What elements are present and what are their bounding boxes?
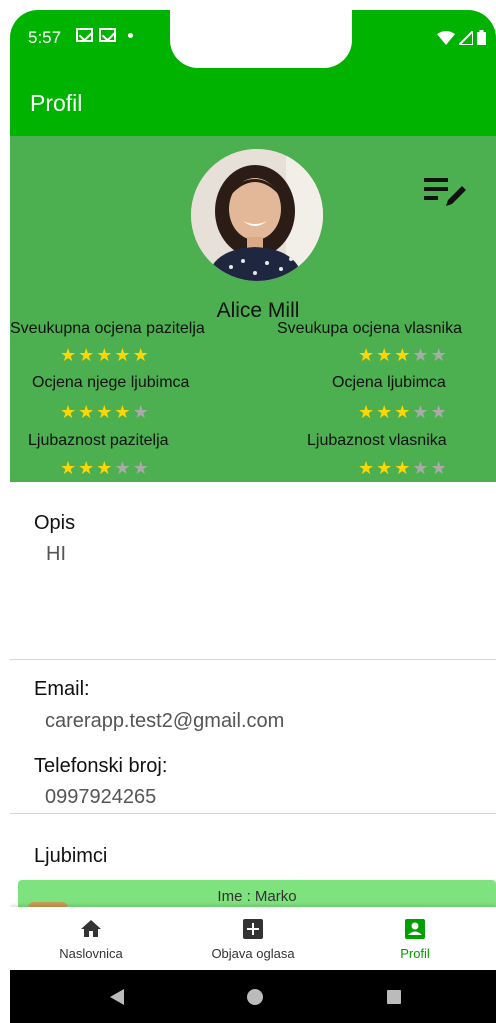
avatar xyxy=(191,149,323,281)
phone-screen: 5:57 Profil Alice Mill Sveukupna ocjena … xyxy=(10,10,496,1023)
star-icon: ★ xyxy=(60,402,77,422)
divider xyxy=(10,659,496,660)
star-icon: ★ xyxy=(358,458,375,478)
page-title: Profil xyxy=(30,90,83,116)
add-box-icon xyxy=(243,919,263,939)
phone-value: 0997924265 xyxy=(45,786,157,808)
star-icon: ★ xyxy=(60,458,77,478)
star-icon: ★ xyxy=(394,402,411,422)
star-icon: ★ xyxy=(78,345,95,365)
edit-list-icon[interactable] xyxy=(424,174,468,210)
star-icon: ★ xyxy=(96,402,113,422)
camera-notch xyxy=(170,10,352,68)
status-time: 5:57 xyxy=(28,28,62,47)
star-icon: ★ xyxy=(430,458,447,478)
star-icon: ★ xyxy=(60,345,77,365)
rating-label-pet: Ocjena ljubimca xyxy=(332,374,446,391)
star-icon: ★ xyxy=(132,345,149,365)
stars-owner-overall: ★ ★ ★ ★ ★ xyxy=(358,346,447,364)
star-icon: ★ xyxy=(412,458,429,478)
status-notifications xyxy=(76,28,133,42)
battery-icon xyxy=(477,30,486,45)
avatar-photo xyxy=(191,149,323,281)
home-circle-icon[interactable] xyxy=(247,989,263,1005)
pets-title: Ljubimci xyxy=(34,845,108,867)
star-icon: ★ xyxy=(430,402,447,422)
rating-label-owner-kindness: Ljubaznost vlasnika xyxy=(307,432,447,449)
star-icon: ★ xyxy=(114,402,131,422)
email-title: Email: xyxy=(34,678,90,700)
star-icon: ★ xyxy=(78,458,95,478)
home-icon xyxy=(81,920,101,937)
star-icon: ★ xyxy=(376,345,393,365)
rating-label-owner-overall: Sveukupa ocjena vlasnika xyxy=(277,320,463,337)
star-icon: ★ xyxy=(412,345,429,365)
stars-pet-care: ★ ★ ★ ★ ★ xyxy=(60,403,149,421)
wifi-icon xyxy=(437,30,455,45)
star-icon: ★ xyxy=(376,402,393,422)
nav-label: Profil xyxy=(400,946,430,961)
star-icon: ★ xyxy=(96,345,113,365)
signal-icon xyxy=(459,30,473,45)
star-icon: ★ xyxy=(430,345,447,365)
pet-name: Ime : Marko xyxy=(217,888,297,905)
gmail-icon xyxy=(99,28,116,42)
star-icon: ★ xyxy=(96,458,113,478)
nav-item-profile[interactable]: Profil xyxy=(334,907,496,970)
star-icon: ★ xyxy=(358,402,375,422)
star-icon: ★ xyxy=(114,458,131,478)
star-icon: ★ xyxy=(78,402,95,422)
status-system-icons xyxy=(437,30,486,45)
account-box-icon xyxy=(405,919,425,939)
description-value: HI xyxy=(46,543,66,565)
stars-pet: ★ ★ ★ ★ ★ xyxy=(358,403,447,421)
star-icon: ★ xyxy=(132,458,149,478)
stars-owner-kindness: ★ ★ ★ ★ ★ xyxy=(358,459,447,477)
stars-sitter-kindness: ★ ★ ★ ★ ★ xyxy=(60,459,149,477)
recents-icon[interactable] xyxy=(387,990,401,1004)
back-icon[interactable] xyxy=(110,989,124,1005)
description-title: Opis xyxy=(34,512,76,534)
nav-item-home[interactable]: Naslovnica xyxy=(10,907,172,970)
stars-sitter-overall: ★ ★ ★ ★ ★ xyxy=(60,346,149,364)
rating-label-pet-care: Ocjena njege ljubimca xyxy=(32,374,190,391)
star-icon: ★ xyxy=(358,345,375,365)
notification-dot-icon xyxy=(128,32,133,38)
email-value: carerapp.test2@gmail.com xyxy=(45,710,285,732)
star-icon: ★ xyxy=(394,458,411,478)
bottom-navigation: Naslovnica Objava oglasa Profil xyxy=(10,907,496,970)
star-icon: ★ xyxy=(114,345,131,365)
nav-item-new-post[interactable]: Objava oglasa xyxy=(172,907,334,970)
profile-header: Alice Mill Sveukupna ocjena pazitelja ★ ★… xyxy=(10,136,496,482)
gmail-icon xyxy=(76,28,93,42)
nav-label: Objava oglasa xyxy=(211,946,295,961)
app-bar: 5:57 Profil xyxy=(10,10,496,136)
nav-label: Naslovnica xyxy=(59,946,123,961)
star-icon: ★ xyxy=(412,402,429,422)
star-icon: ★ xyxy=(132,402,149,422)
rating-label-sitter-kindness: Ljubaznost pazitelja xyxy=(28,432,169,449)
system-navigation-bar xyxy=(10,970,496,1023)
rating-label-sitter-overall: Sveukupna ocjena pazitelja xyxy=(10,320,205,337)
phone-title: Telefonski broj: xyxy=(34,755,168,777)
star-icon: ★ xyxy=(376,458,393,478)
divider xyxy=(10,813,496,814)
star-icon: ★ xyxy=(394,345,411,365)
